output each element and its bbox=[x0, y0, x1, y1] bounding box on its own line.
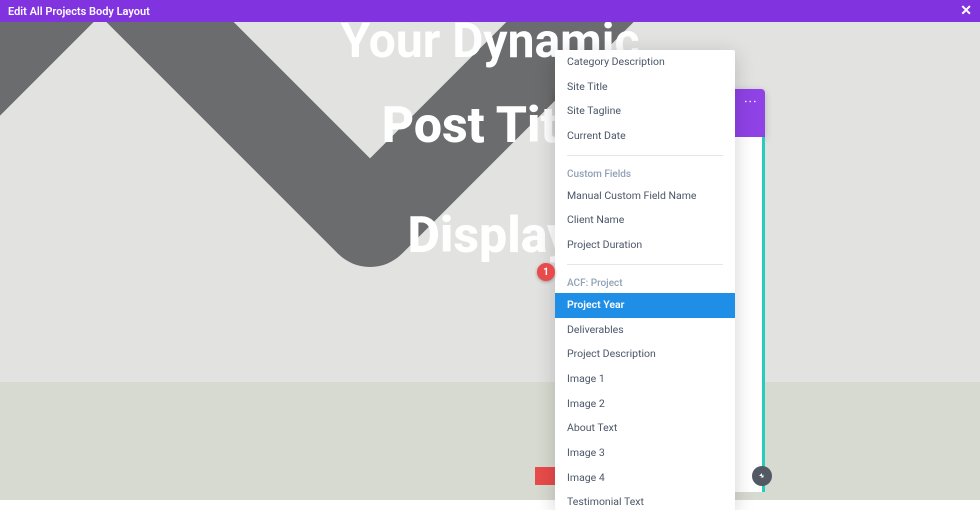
dropdown-section-label: Custom Fields bbox=[555, 162, 735, 184]
dropdown-separator bbox=[567, 155, 723, 156]
dropdown-item[interactable]: About Text bbox=[555, 416, 735, 441]
canvas-area: Your Dynamic Post Title Display ⋮ Catego… bbox=[0, 22, 980, 500]
dropdown-item[interactable]: Image 3 bbox=[555, 441, 735, 466]
resize-handle-icon[interactable] bbox=[752, 466, 772, 486]
header-bar: Edit All Projects Body Layout ✕ bbox=[0, 0, 980, 22]
more-icon[interactable]: ⋮ bbox=[742, 95, 757, 109]
close-icon[interactable]: ✕ bbox=[960, 4, 972, 18]
lower-section bbox=[0, 382, 980, 500]
dropdown-item[interactable]: Project Year bbox=[555, 293, 735, 318]
hero-text-3: Display bbox=[407, 207, 572, 265]
dropdown-separator bbox=[567, 264, 723, 265]
dropdown-item[interactable]: Category Description bbox=[555, 50, 735, 75]
dropdown-item[interactable]: Manual Custom Field Name bbox=[555, 184, 735, 209]
dropdown-item[interactable]: Site Title bbox=[555, 75, 735, 100]
dropdown-item[interactable]: Image 4 bbox=[555, 466, 735, 491]
hero-section: Your Dynamic Post Title Display bbox=[0, 22, 980, 382]
dropdown-section-label: ACF: Project bbox=[555, 271, 735, 293]
dropdown-item[interactable]: Image 1 bbox=[555, 367, 735, 392]
dropdown-item[interactable]: Client Name bbox=[555, 208, 735, 233]
dropdown-item[interactable]: Testimonial Text bbox=[555, 490, 735, 510]
header-title: Edit All Projects Body Layout bbox=[8, 5, 150, 18]
annotation-badge: 1 bbox=[537, 263, 555, 281]
dynamic-content-dropdown: Category DescriptionSite TitleSite Tagli… bbox=[555, 50, 735, 510]
dropdown-item[interactable]: Current Date bbox=[555, 124, 735, 149]
dropdown-item[interactable]: Project Description bbox=[555, 342, 735, 367]
dropdown-item[interactable]: Image 2 bbox=[555, 392, 735, 417]
dropdown-item[interactable]: Deliverables bbox=[555, 318, 735, 343]
dropdown-item[interactable]: Site Tagline bbox=[555, 99, 735, 124]
dropdown-item[interactable]: Project Duration bbox=[555, 233, 735, 258]
background-shape bbox=[0, 22, 650, 382]
